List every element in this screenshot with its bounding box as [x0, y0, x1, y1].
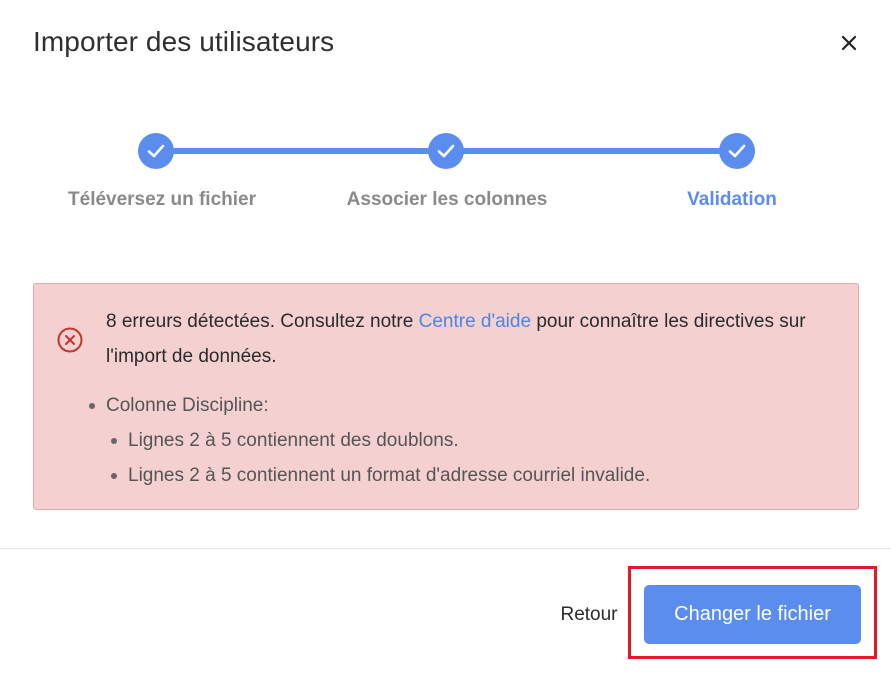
help-center-link[interactable]: Centre d'aide — [419, 311, 531, 332]
step-connector-1 — [160, 148, 440, 154]
progress-stepper: Téléversez un fichier Associer les colon… — [0, 0, 891, 230]
error-circle-x-icon — [57, 327, 83, 353]
checkmark-icon — [728, 144, 746, 158]
step-2-label: Associer les colonnes — [346, 189, 548, 210]
alert-message-text: 8 erreurs détectées. Consultez notre — [106, 311, 419, 332]
step-3-circle — [719, 133, 755, 169]
step-1-label: Téléversez un fichier — [68, 189, 256, 210]
error-group-label: Colonne Discipline: — [106, 395, 269, 416]
step-connector-2 — [450, 148, 730, 154]
error-detail-item: Lignes 2 à 5 contiennent un format d'adr… — [108, 458, 650, 493]
error-group: Colonne Discipline: Lignes 2 à 5 contien… — [86, 388, 650, 493]
error-alert: 8 erreurs détectées. Consultez notre Cen… — [33, 283, 859, 510]
checkmark-icon — [147, 144, 165, 158]
alert-message: 8 erreurs détectées. Consultez notre Cen… — [106, 304, 826, 374]
error-list: Colonne Discipline: Lignes 2 à 5 contien… — [86, 388, 650, 493]
step-3-label: Validation — [687, 189, 777, 210]
footer-divider — [0, 548, 891, 549]
step-2-circle — [428, 133, 464, 169]
error-details-list: Lignes 2 à 5 contiennent des doublons. L… — [106, 423, 650, 493]
change-file-button[interactable]: Changer le fichier — [644, 585, 861, 644]
error-detail-item: Lignes 2 à 5 contiennent des doublons. — [108, 423, 650, 458]
step-1-circle — [138, 133, 174, 169]
back-button[interactable]: Retour — [548, 598, 630, 632]
checkmark-icon — [437, 144, 455, 158]
